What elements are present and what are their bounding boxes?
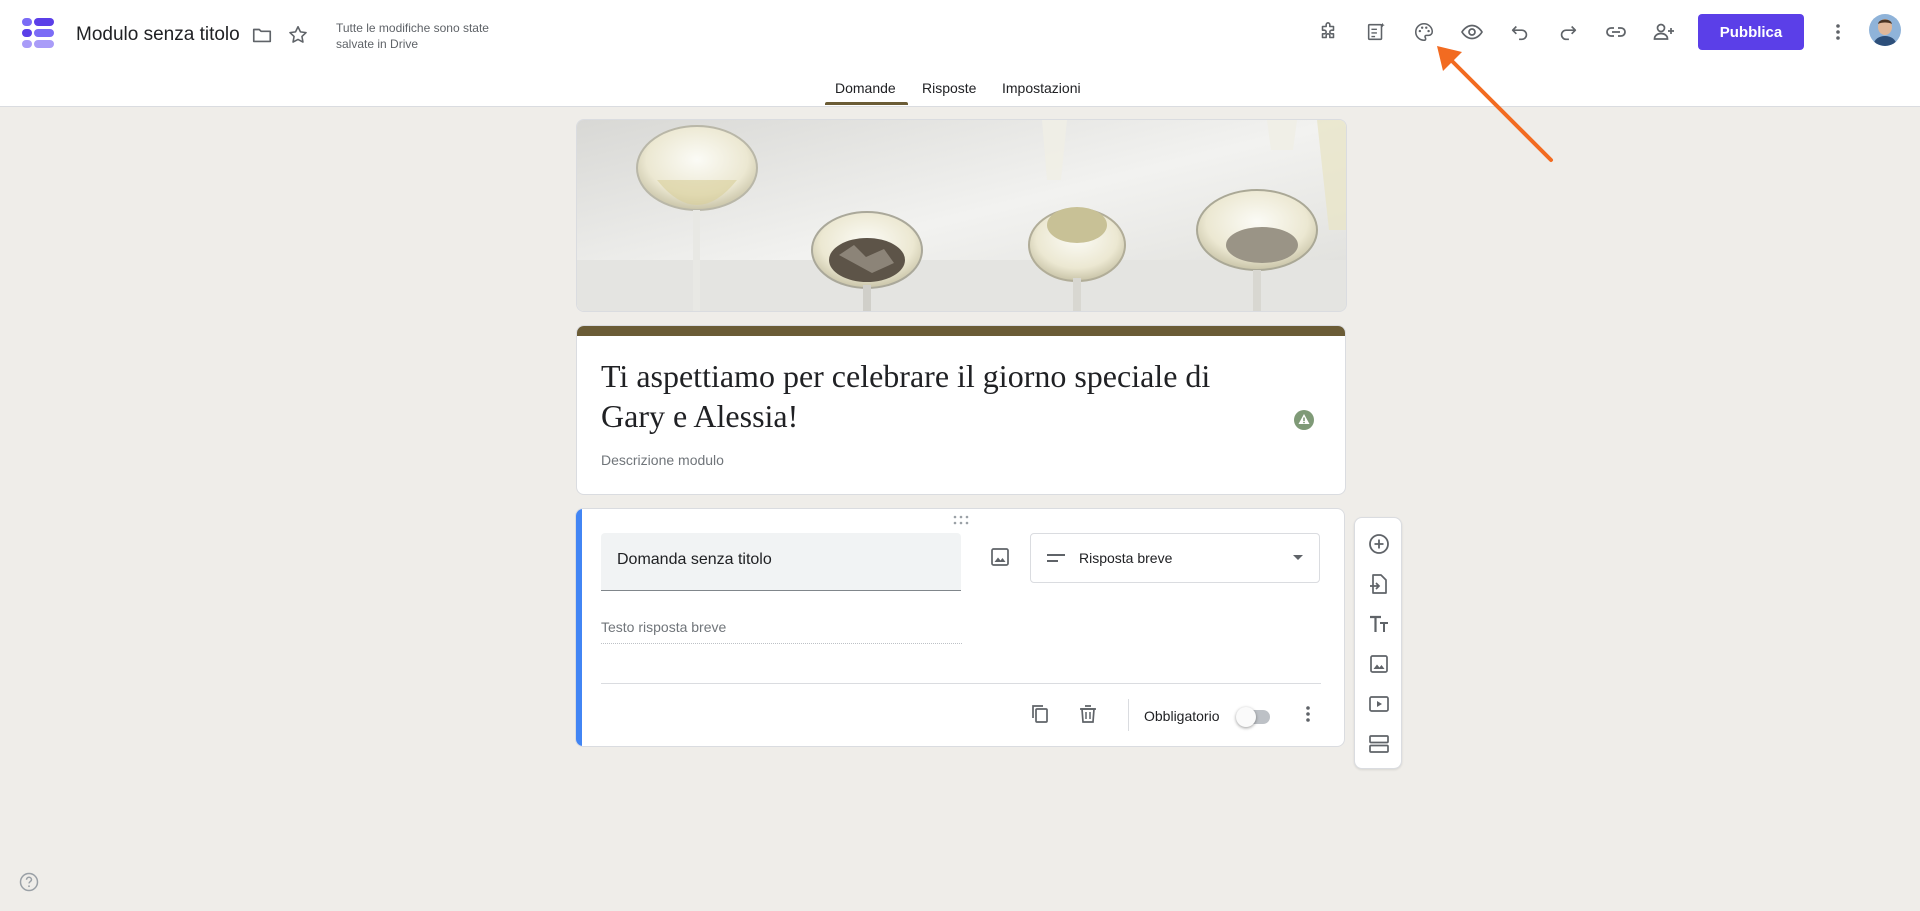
undo-icon[interactable] [1508, 20, 1532, 44]
add-image-to-question-icon[interactable] [988, 545, 1012, 569]
save-status: Tutte le modifiche sono state salvate in… [336, 21, 489, 51]
form-title-card[interactable]: Ti aspettiamo per celebrare il giorno sp… [576, 325, 1346, 495]
help-icon[interactable] [19, 872, 39, 892]
more-vert-icon[interactable] [1826, 20, 1850, 44]
link-icon[interactable] [1604, 20, 1628, 44]
tab-settings[interactable]: Impostazioni [1002, 80, 1081, 96]
active-tab-indicator [825, 102, 908, 105]
redo-icon[interactable] [1556, 20, 1580, 44]
question-type-dropdown[interactable]: Risposta breve [1030, 533, 1320, 583]
add-section-icon[interactable] [1367, 732, 1391, 756]
import-questions-icon[interactable] [1367, 572, 1391, 596]
divider [601, 683, 1321, 684]
question-title-field[interactable]: Domanda senza titolo [601, 533, 961, 591]
form-description-input[interactable]: Descrizione modulo [601, 452, 724, 468]
short-answer-icon [1047, 552, 1065, 564]
top-header: Modulo senza titolo Tutte le modifiche s… [0, 0, 1920, 107]
warning-icon[interactable] [1293, 409, 1315, 431]
palette-icon[interactable] [1412, 20, 1436, 44]
required-label: Obbligatorio [1144, 708, 1220, 724]
required-toggle[interactable] [1236, 707, 1272, 727]
star-icon[interactable] [286, 23, 310, 47]
drag-handle-icon[interactable] [952, 515, 970, 525]
delete-icon[interactable] [1076, 702, 1100, 726]
add-image-icon[interactable] [1367, 652, 1391, 676]
question-card[interactable]: Domanda senza titolo Risposta breve Test… [575, 508, 1345, 747]
avatar[interactable] [1869, 14, 1901, 46]
add-title-icon[interactable] [1367, 612, 1391, 636]
footer-divider [1128, 699, 1129, 731]
active-question-bar [576, 509, 582, 746]
folder-icon[interactable] [250, 23, 274, 47]
document-title[interactable]: Modulo senza titolo [76, 24, 240, 46]
add-video-icon[interactable] [1367, 692, 1391, 716]
add-collaborator-icon[interactable] [1652, 20, 1676, 44]
theme-accent-bar [577, 326, 1345, 336]
publish-button[interactable]: Pubblica [1698, 14, 1804, 50]
chevron-down-icon [1293, 555, 1303, 560]
tab-questions[interactable]: Domande [835, 80, 896, 96]
short-answer-placeholder: Testo risposta breve [601, 619, 962, 644]
header-image [576, 119, 1347, 312]
tab-bar: Domande Risposte Impostazioni [0, 72, 1920, 106]
eye-preview-icon[interactable] [1460, 20, 1484, 44]
toggle-knob [1236, 707, 1256, 727]
customize-theme-icon[interactable] [1364, 20, 1388, 44]
question-title[interactable]: Domanda senza titolo [617, 551, 772, 569]
question-more-icon[interactable] [1296, 702, 1320, 726]
tab-responses[interactable]: Risposte [922, 80, 976, 96]
addon-puzzle-icon[interactable] [1316, 20, 1340, 44]
form-title[interactable]: Ti aspettiamo per celebrare il giorno sp… [601, 356, 1281, 436]
side-toolbar [1354, 517, 1402, 769]
duplicate-icon[interactable] [1028, 702, 1052, 726]
add-question-icon[interactable] [1367, 532, 1391, 556]
question-type-label: Risposta breve [1079, 550, 1173, 566]
forms-logo-icon[interactable] [20, 15, 56, 51]
